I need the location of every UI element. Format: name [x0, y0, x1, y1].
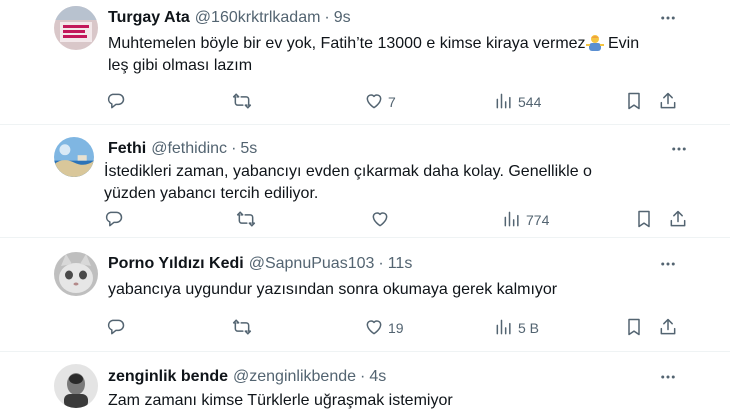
- tweet-actions: 774: [104, 208, 704, 232]
- views-button[interactable]: 544: [494, 90, 541, 114]
- reply-button[interactable]: [106, 316, 126, 340]
- retweet-button[interactable]: [232, 316, 252, 340]
- retweet-icon: [232, 91, 252, 114]
- reply-icon: [106, 317, 126, 340]
- retweet-icon: [236, 209, 256, 232]
- tweet-2[interactable]: Fethi @fethidinc · 5s İstedikleri zaman,…: [0, 125, 730, 237]
- views-count: 5 B: [518, 320, 540, 336]
- views-count: 544: [518, 94, 542, 110]
- separator-dot: ·: [231, 140, 237, 157]
- bookmark-icon: [624, 317, 644, 340]
- man-shrugging-emoji: [585, 35, 604, 51]
- views-button[interactable]: 774: [502, 208, 549, 232]
- bookmark-button[interactable]: [624, 316, 644, 340]
- user-handle[interactable]: @SapnuPuas103: [249, 255, 375, 273]
- tweet-text: Muhtemelen böyle bir ev yok, Fatih’te 13…: [108, 33, 678, 77]
- more-icon[interactable]: [657, 254, 679, 274]
- share-icon: [658, 91, 678, 114]
- like-icon: [364, 91, 384, 114]
- display-name[interactable]: Porno Yıldızı Kedi: [108, 255, 244, 273]
- separator-dot: ·: [378, 255, 384, 272]
- bookmark-icon: [634, 209, 654, 232]
- share-button[interactable]: [658, 90, 678, 114]
- bookmark-icon: [624, 91, 644, 114]
- bookmark-button[interactable]: [624, 90, 644, 114]
- display-name[interactable]: Fethi: [108, 140, 146, 158]
- reply-button[interactable]: [104, 208, 124, 232]
- like-count: 19: [388, 320, 404, 336]
- timestamp[interactable]: 5s: [240, 140, 257, 158]
- tweet-header: Turgay Ata @160krktrlkadam · 9s: [108, 9, 351, 27]
- avatar[interactable]: [54, 6, 98, 50]
- more-icon[interactable]: [657, 367, 679, 387]
- share-button[interactable]: [658, 316, 678, 340]
- tweet-1[interactable]: Turgay Ata @160krktrlkadam · 9s Muhtemel…: [0, 0, 730, 124]
- views-icon: [502, 209, 522, 232]
- user-handle[interactable]: @zenginlikbende: [233, 368, 356, 386]
- like-icon: [364, 317, 384, 340]
- timestamp[interactable]: 4s: [369, 368, 386, 386]
- like-button[interactable]: 19: [364, 316, 404, 340]
- tweet-4[interactable]: zenginlik bende @zenginlikbende · 4s Zam…: [0, 352, 730, 420]
- reply-icon: [104, 209, 124, 232]
- avatar[interactable]: [54, 364, 98, 408]
- timestamp[interactable]: 9s: [334, 9, 351, 27]
- retweet-button[interactable]: [236, 208, 256, 232]
- share-icon: [658, 317, 678, 340]
- like-count: 7: [388, 94, 396, 110]
- display-name[interactable]: Turgay Ata: [108, 9, 190, 27]
- share-icon: [668, 209, 688, 232]
- avatar[interactable]: [54, 137, 94, 177]
- reply-button[interactable]: [106, 90, 126, 114]
- like-icon: [370, 209, 390, 232]
- views-icon: [494, 317, 514, 340]
- retweet-icon: [232, 317, 252, 340]
- tweet-actions: 19 5 B: [106, 316, 696, 340]
- timestamp[interactable]: 11s: [388, 255, 413, 273]
- tweet-3[interactable]: Porno Yıldızı Kedi @SapnuPuas103 · 11s y…: [0, 238, 730, 351]
- separator-dot: ·: [324, 9, 330, 26]
- like-button[interactable]: 7: [364, 90, 396, 114]
- retweet-button[interactable]: [232, 90, 252, 114]
- tweet-header: zenginlik bende @zenginlikbende · 4s: [108, 368, 386, 386]
- more-icon[interactable]: [657, 8, 679, 28]
- views-count: 774: [526, 212, 550, 228]
- bookmark-button[interactable]: [634, 208, 654, 232]
- avatar[interactable]: [54, 252, 98, 296]
- like-button[interactable]: [370, 208, 394, 232]
- separator-dot: ·: [360, 368, 366, 385]
- tweet-text: İstedikleri zaman, yabancıyı evden çıkar…: [104, 163, 592, 202]
- display-name[interactable]: zenginlik bende: [108, 368, 228, 386]
- more-icon[interactable]: [668, 139, 690, 159]
- reply-icon: [106, 91, 126, 114]
- tweet-header: Fethi @fethidinc · 5s: [108, 140, 257, 158]
- tweet-actions: 7 544: [106, 90, 696, 114]
- tweet-header: Porno Yıldızı Kedi @SapnuPuas103 · 11s: [108, 255, 412, 273]
- views-icon: [494, 91, 514, 114]
- views-button[interactable]: 5 B: [494, 316, 539, 340]
- user-handle[interactable]: @160krktrlkadam: [195, 9, 321, 27]
- tweet-text: yabancıya uygundur yazısından sonra okum…: [108, 281, 558, 298]
- tweet-text-part: Muhtemelen böyle bir ev yok, Fatih’te 13…: [108, 35, 586, 52]
- tweet-text: Zam zamanı kimse Türklerle uğraşmak iste…: [108, 392, 453, 409]
- user-handle[interactable]: @fethidinc: [151, 140, 227, 158]
- share-button[interactable]: [668, 208, 688, 232]
